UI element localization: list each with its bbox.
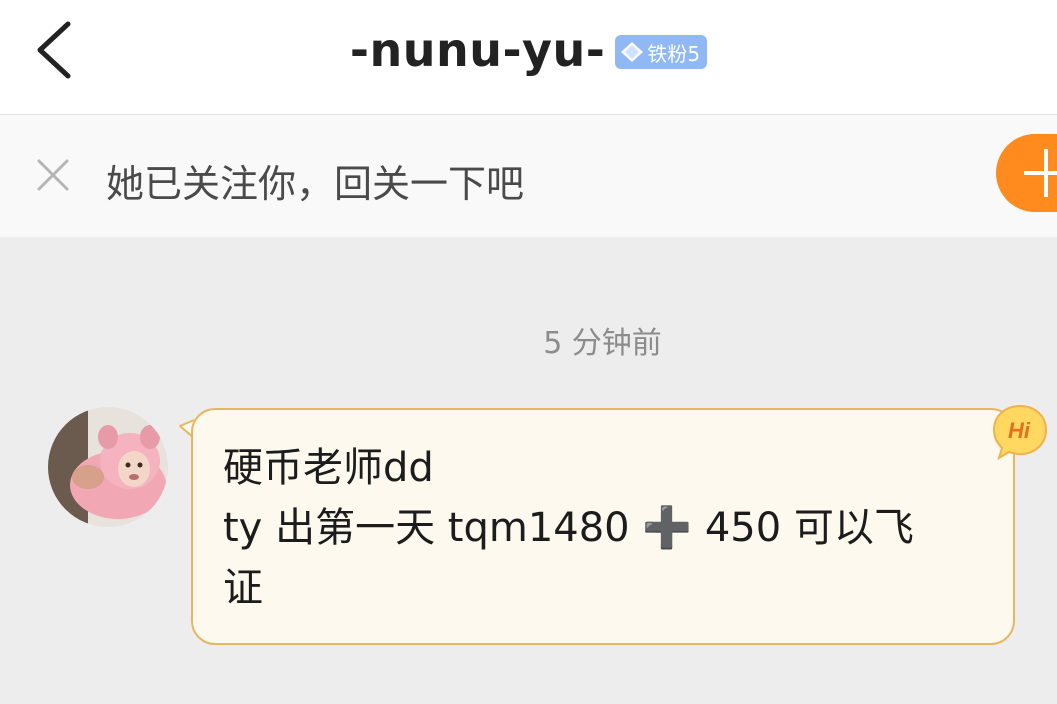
fan-badge-label: 铁粉5 [647, 41, 701, 66]
fan-level-badge[interactable]: 铁粉5 [615, 35, 708, 69]
pig-avatar-image [48, 407, 168, 527]
message-line-2: ty 出第一天 tqm1480 ➕ 450 可以飞 [223, 505, 914, 551]
top-bar: -nunu-yu- 铁粉5 [0, 0, 1057, 115]
hi-badge-label: Hi [1008, 418, 1031, 443]
plus-icon [1024, 149, 1057, 197]
page-title: -nunu-yu- [349, 23, 606, 77]
hi-badge-icon: Hi [992, 404, 1048, 461]
follow-back-prompt: 她已关注你，回关一下吧 [106, 162, 525, 206]
close-icon [37, 159, 69, 191]
message-bubble[interactable]: 硬币老师dd ty 出第一天 tqm1480 ➕ 450 可以飞 证 [191, 408, 1015, 645]
message-timestamp: 5 分钟前 [543, 326, 662, 361]
avatar[interactable] [48, 407, 168, 527]
diamond-icon [621, 42, 644, 62]
title-area: -nunu-yu- 铁粉5 [0, 20, 1057, 80]
close-button[interactable] [34, 156, 72, 194]
message-line-1: 硬币老师dd [223, 445, 434, 491]
message-line-3: 证 [223, 565, 263, 611]
